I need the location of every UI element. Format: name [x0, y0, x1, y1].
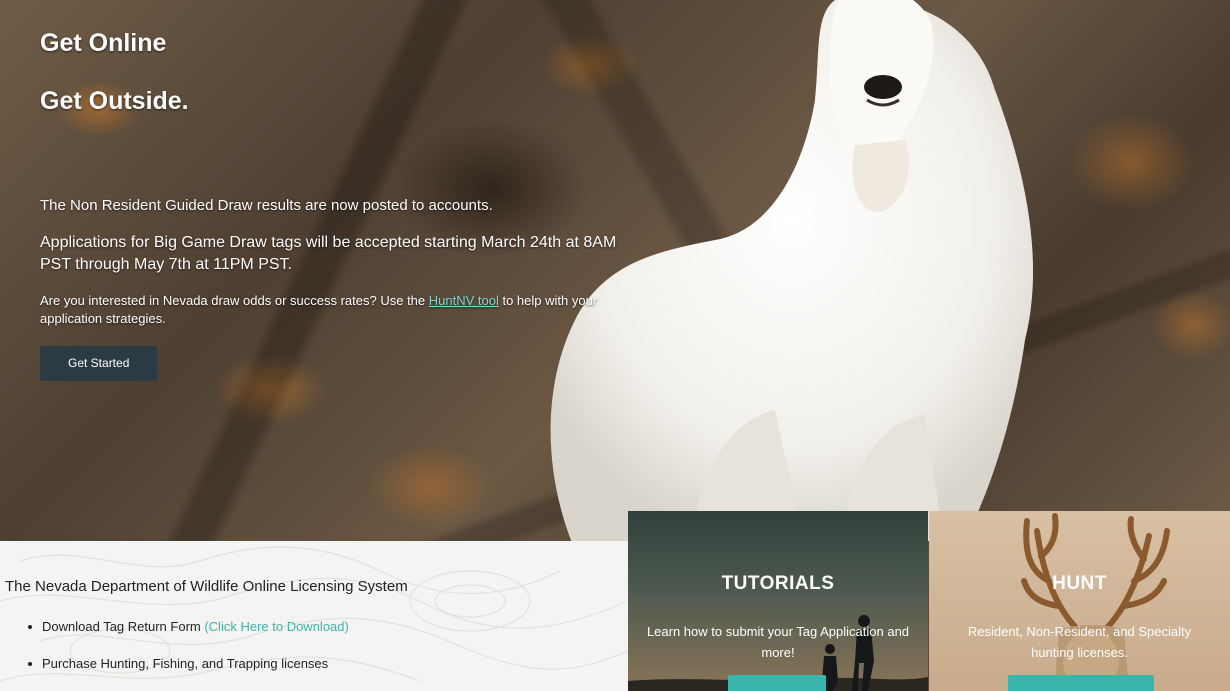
info-list: Download Tag Return Form (Click Here to …: [28, 619, 349, 691]
application-dates-notice: Applications for Big Game Draw tags will…: [40, 234, 617, 273]
huntnv-tool-link[interactable]: HuntNV tool: [429, 293, 499, 308]
download-tag-return-link[interactable]: (Click Here to Download): [204, 619, 349, 634]
tutorials-card[interactable]: TUTORIALS Learn how to submit your Tag A…: [628, 511, 928, 691]
deer-antlers-image: [1021, 513, 1170, 691]
hunt-button[interactable]: [1008, 675, 1154, 691]
huntnv-notice: Are you interested in Nevada draw odds o…: [40, 292, 620, 328]
list-item-text: Download Tag Return Form: [42, 619, 205, 634]
list-item-text: Purchase Hunting, Fishing, and Trapping …: [42, 656, 329, 671]
list-item: Download Tag Return Form (Click Here to …: [28, 619, 349, 634]
licensing-system-title: The Nevada Department of Wildlife Online…: [5, 578, 408, 595]
tutorials-title: TUTORIALS: [721, 573, 835, 594]
get-started-button[interactable]: Get Started: [40, 346, 158, 381]
hero-content: Get Online Get Outside. The Non Resident…: [40, 28, 620, 381]
draw-results-notice: The Non Resident Guided Draw results are…: [40, 197, 493, 214]
hunt-title: HUNT: [1052, 573, 1107, 594]
hunt-description: Resident, Non-Resident, and Specialty hu…: [967, 624, 1192, 660]
hunt-card[interactable]: HUNT Resident, Non-Resident, and Special…: [929, 511, 1230, 691]
huntnv-notice-text: Are you interested in Nevada draw odds o…: [40, 293, 429, 308]
licensing-info-panel: The Nevada Department of Wildlife Online…: [0, 541, 628, 691]
hero-title-line2: Get Outside.: [40, 87, 189, 115]
tutorials-description: Learn how to submit your Tag Application…: [646, 624, 910, 660]
list-item: Purchase Hunting, Fishing, and Trapping …: [28, 656, 349, 671]
hikers-silhouette-image: [628, 615, 928, 691]
tutorials-button[interactable]: [728, 675, 826, 691]
mountain-goat-photo: [550, 0, 1034, 541]
hero-banner: Get Online Get Outside. The Non Resident…: [0, 0, 1230, 541]
hero-title-line1: Get Online: [40, 29, 167, 57]
